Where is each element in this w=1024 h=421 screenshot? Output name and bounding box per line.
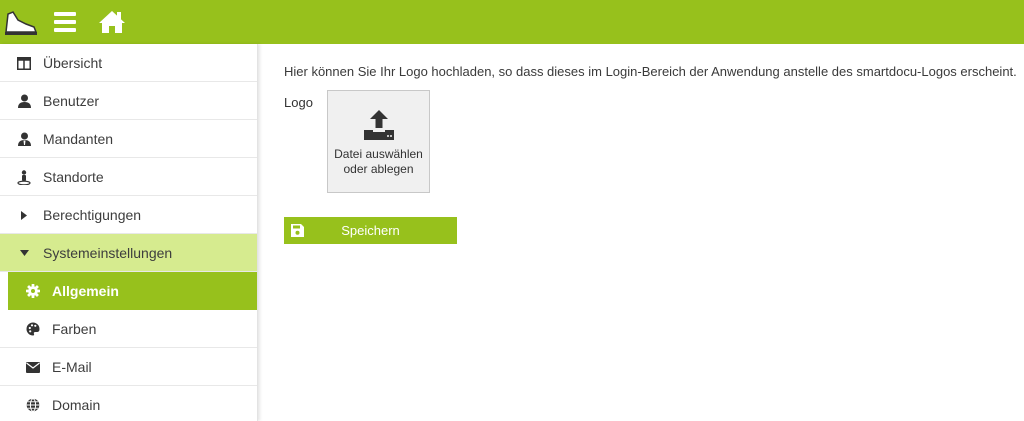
dropzone-text: Datei auswählen oder ablegen: [328, 147, 429, 177]
caret-right-icon: [16, 207, 32, 223]
sidebar-subitem-allgemein[interactable]: Allgemein: [8, 272, 257, 310]
sidebar-item-berechtigungen[interactable]: Berechtigungen: [0, 196, 257, 234]
gear-icon: [25, 283, 41, 299]
save-button-label: Speichern: [341, 223, 400, 238]
sidebar-item-label: Systemeinstellungen: [43, 244, 173, 261]
sidebar-item-label: Mandanten: [43, 130, 114, 147]
sidebar-subitem-domain[interactable]: Domain: [0, 386, 257, 421]
hamburger-menu-icon[interactable]: [54, 12, 76, 32]
logo-upload-dropzone[interactable]: Datei auswählen oder ablegen: [327, 90, 430, 193]
sidebar-item-label: Allgemein: [52, 282, 119, 299]
logo-label: Logo: [284, 95, 313, 110]
upload-icon: [364, 110, 394, 140]
home-icon[interactable]: [98, 9, 126, 35]
sidebar-item-uebersicht[interactable]: Übersicht: [0, 44, 257, 82]
sidebar-item-label: Benutzer: [43, 92, 100, 109]
user-tie-icon: [16, 131, 32, 147]
table-icon: [16, 55, 32, 71]
globe-icon: [25, 397, 41, 413]
sidebar-item-label: Farben: [52, 320, 97, 337]
sidebar-item-benutzer[interactable]: Benutzer: [0, 82, 257, 120]
top-bar: [0, 0, 1024, 44]
sidebar-item-systemeinstellungen[interactable]: Systemeinstellungen: [0, 234, 257, 272]
sidebar-item-label: Domain: [52, 396, 101, 413]
sidebar-item-mandanten[interactable]: Mandanten: [0, 120, 257, 158]
sidebar: Übersicht Benutzer Mandanten Standorte B…: [0, 44, 258, 421]
dropzone-line-2: oder ablegen: [343, 162, 414, 176]
dropzone-line-1: Datei auswählen: [334, 147, 423, 161]
sidebar-item-label: Übersicht: [43, 54, 103, 71]
caret-down-icon: [16, 245, 32, 261]
sidebar-subitem-farben[interactable]: Farben: [0, 310, 257, 348]
envelope-icon: [25, 359, 41, 375]
save-button[interactable]: Speichern: [284, 217, 457, 244]
logo-description-text: Hier können Sie Ihr Logo hochladen, so d…: [284, 64, 1017, 79]
sidebar-item-label: Standorte: [43, 168, 104, 185]
person-pin-icon: [16, 169, 32, 185]
shoe-logo-icon[interactable]: [4, 8, 38, 36]
sidebar-subitem-email[interactable]: E-Mail: [0, 348, 257, 386]
palette-icon: [25, 321, 41, 337]
sidebar-item-standorte[interactable]: Standorte: [0, 158, 257, 196]
sidebar-item-label: E-Mail: [52, 358, 92, 375]
user-icon: [16, 93, 32, 109]
sidebar-item-label: Berechtigungen: [43, 206, 142, 223]
